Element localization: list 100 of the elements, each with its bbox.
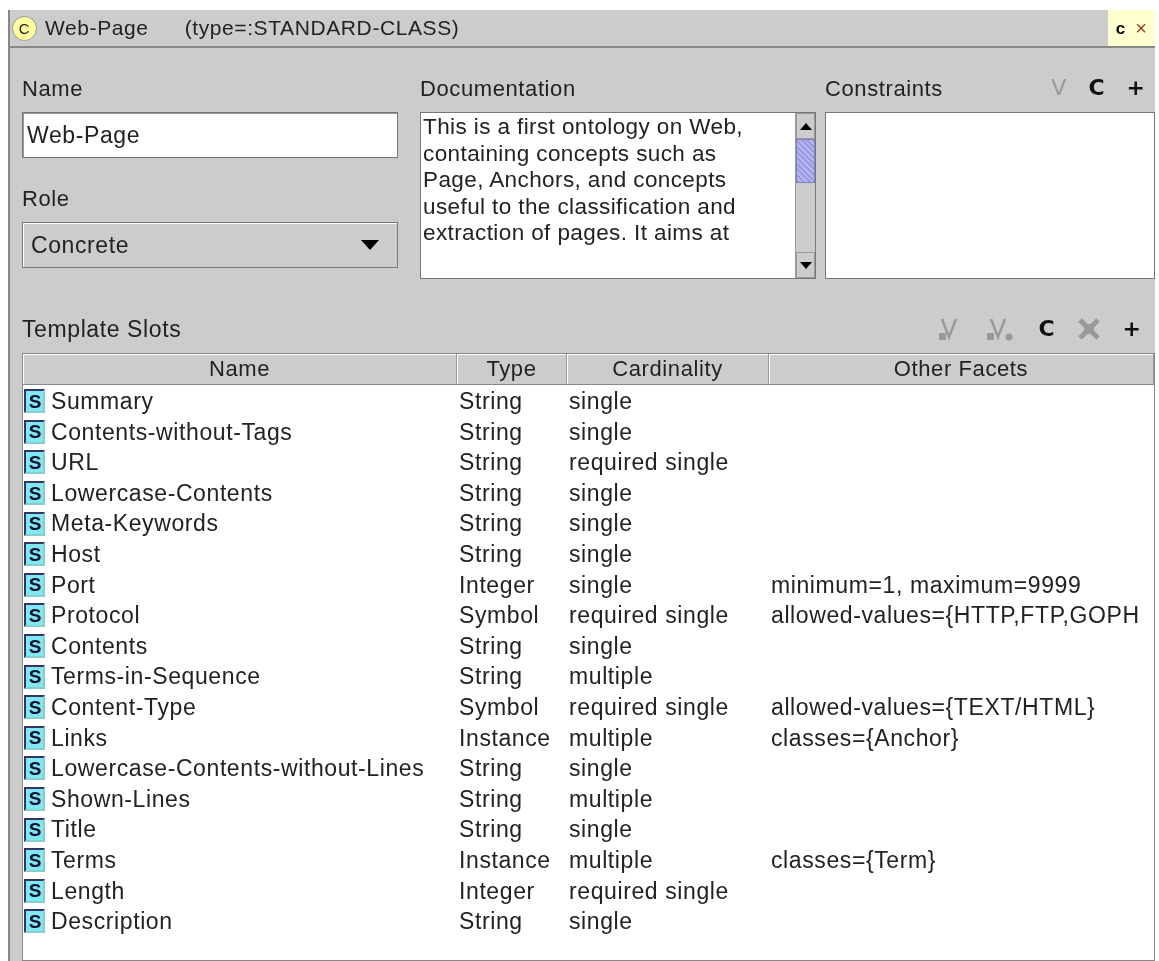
table-cell-text: String [458,815,524,845]
table-cell-text: Protocol [50,601,141,631]
edit-button[interactable]: C [1088,77,1105,99]
table-cell-text: allowed-values={TEXT/HTML} [770,692,1097,722]
table-cell-text: Summary [50,387,154,416]
slot-icon: S [24,878,45,903]
slot-icon: S [24,572,45,597]
table-cell-text: URL [50,448,99,478]
table-cell-text: required single [568,601,730,631]
slot-icon: S [24,695,45,720]
table-cell-text: Port [50,570,96,600]
table-cell-text: Symbol [458,601,541,631]
slot-icon: S [24,603,45,628]
table-cell-text: Symbol [458,692,541,722]
slot-icon: S [24,481,45,506]
table-cell-text: Meta-Keywords [50,509,219,539]
slot-icon: S [24,634,45,658]
table-cell-text: single [568,478,634,508]
table-cell-text: multiple [568,845,655,875]
constraints-list[interactable] [825,112,1155,279]
edit-button[interactable]: C [1038,318,1055,340]
table-cell-text: Length [50,876,125,906]
scrollbar[interactable] [795,113,815,278]
type-label: (type=:STANDARD-CLASS) [184,15,460,42]
table-cell-text: Description [50,907,173,937]
slot-icon: S [24,511,45,536]
table-cell-text: allowed-values={HTTP,FTP,GOPH [770,601,1141,631]
table-cell-text: Lowercase-Contents-without-Lines [50,754,425,784]
table-cell-text: Contents-without-Tags [50,417,293,447]
table-cell-text: minimum=1, maximum=9999 [770,570,1083,600]
table-cell-text: Instance [458,845,552,875]
scroll-down-icon[interactable] [799,261,812,269]
table-cell-text: classes={Anchor} [770,723,960,753]
table-cell-text: Host [50,539,101,569]
table-cell-text: Integer [458,876,536,906]
table-cell-text: single [568,631,634,661]
table-cell-text: Links [50,723,108,753]
slot-icon: S [24,848,45,873]
table-cell-text: single [568,570,634,600]
table-cell-text: Terms-in-Sequence [50,662,261,692]
table-cell-text: Lowercase-Contents [50,478,273,508]
table-cell-text: Content-Type [50,692,197,722]
column-header[interactable]: Cardinality [567,354,769,385]
table-cell-text: Integer [458,570,536,600]
column-header[interactable]: Type [457,354,567,385]
table-cell-text: single [568,387,634,416]
table-cell-text: single [568,815,634,845]
table-cell-text: classes={Term} [770,845,937,875]
table-cell-text: String [458,509,524,539]
table-cell-text: single [568,754,634,784]
table-cell-text: String [458,784,524,814]
name-field[interactable]: Web-Page [22,112,398,158]
table-cell-text: String [458,387,524,416]
table-cell-text: single [568,509,634,539]
column-header[interactable]: Other Facets [769,354,1154,385]
slot-icon: S [24,786,45,811]
slot-icon: S [24,389,45,414]
table-cell-text: String [458,478,524,508]
slot-icon: S [24,450,45,475]
class-icon: C [12,15,37,41]
table-cell-text: required single [568,692,730,722]
table-cell-text: String [458,539,524,569]
collapse-button[interactable]: c [1115,19,1126,37]
field-label: Documentation [420,74,577,103]
table-cell-text: String [458,907,524,937]
field-label: Constraints [825,74,943,103]
window-title: Web-Page [45,15,149,42]
table-cell-text: Instance [458,723,552,753]
section-label: Template Slots [22,314,182,344]
column-header[interactable]: Name [23,354,457,385]
slot-icon: S [24,909,45,934]
table-cell-text: single [568,907,634,937]
close-button[interactable]: × [1135,18,1147,38]
table-cell-text: required single [568,448,730,478]
slot-icon: S [24,419,45,444]
field-label: Name [22,74,85,103]
table-cell-text: String [458,754,524,784]
table-cell-text: String [458,448,524,478]
table-cell-text: single [568,417,634,447]
slot-icon: S [24,817,45,842]
field-label: Role [22,184,71,213]
slot-icon: S [24,542,45,567]
table-cell-text: Shown-Lines [50,784,191,814]
table-cell-text: Contents [50,631,148,661]
table-cell-text: String [458,631,524,661]
table-cell-text: multiple [568,662,655,692]
scroll-thumb[interactable] [796,139,815,183]
add-button[interactable]: + [1126,77,1145,99]
role-dropdown[interactable]: Concrete [22,222,398,268]
table-cell-text: single [568,539,634,569]
table-cell-text: required single [568,876,730,906]
table-cell-text: Title [50,815,97,845]
table-cell-text: multiple [568,723,655,753]
table-cell-text: multiple [568,784,655,814]
slot-icon: S [24,756,45,781]
table-cell-text: String [458,417,524,447]
add-button[interactable]: + [1122,318,1141,340]
slot-icon: S [24,664,45,689]
slot-icon: S [24,725,45,750]
scroll-up-icon[interactable] [799,122,812,130]
